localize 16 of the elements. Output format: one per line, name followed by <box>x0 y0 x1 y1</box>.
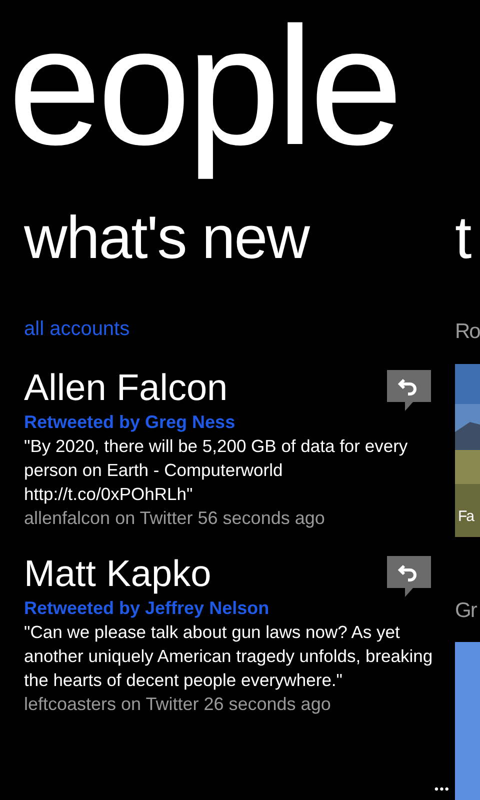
section-title: what's new <box>24 203 311 273</box>
retweet-label: Retweeted by Greg Ness <box>24 411 236 434</box>
section-label: Ro <box>455 319 480 345</box>
person-name[interactable]: Matt Kapko <box>24 553 212 594</box>
tile-caption: Fa <box>458 507 474 527</box>
hub-title: eople <box>7 2 400 182</box>
filter-link[interactable]: all accounts <box>24 318 130 340</box>
more-button[interactable]: ••• <box>434 780 450 798</box>
retweet-label: Retweeted by Jeffrey Nelson <box>24 597 270 620</box>
post-text: "By 2020, there will be 5,200 GB of data for every person on Earth - Computerworld http://t.co/0xPOhRLh" <box>24 435 409 506</box>
person-name[interactable]: Allen Falcon <box>24 367 228 408</box>
section-title: t <box>455 203 472 273</box>
post-text: "Can we please talk about gun laws now? As yet another uniquely American tragedy unfolds, breaking the hearts of decent people everywhere." <box>24 621 434 692</box>
post-meta: leftcoasters on Twitter 26 seconds ago <box>24 693 332 716</box>
post-meta: allenfalcon on Twitter 56 seconds ago <box>24 507 326 530</box>
section-label: Gr <box>455 598 478 624</box>
